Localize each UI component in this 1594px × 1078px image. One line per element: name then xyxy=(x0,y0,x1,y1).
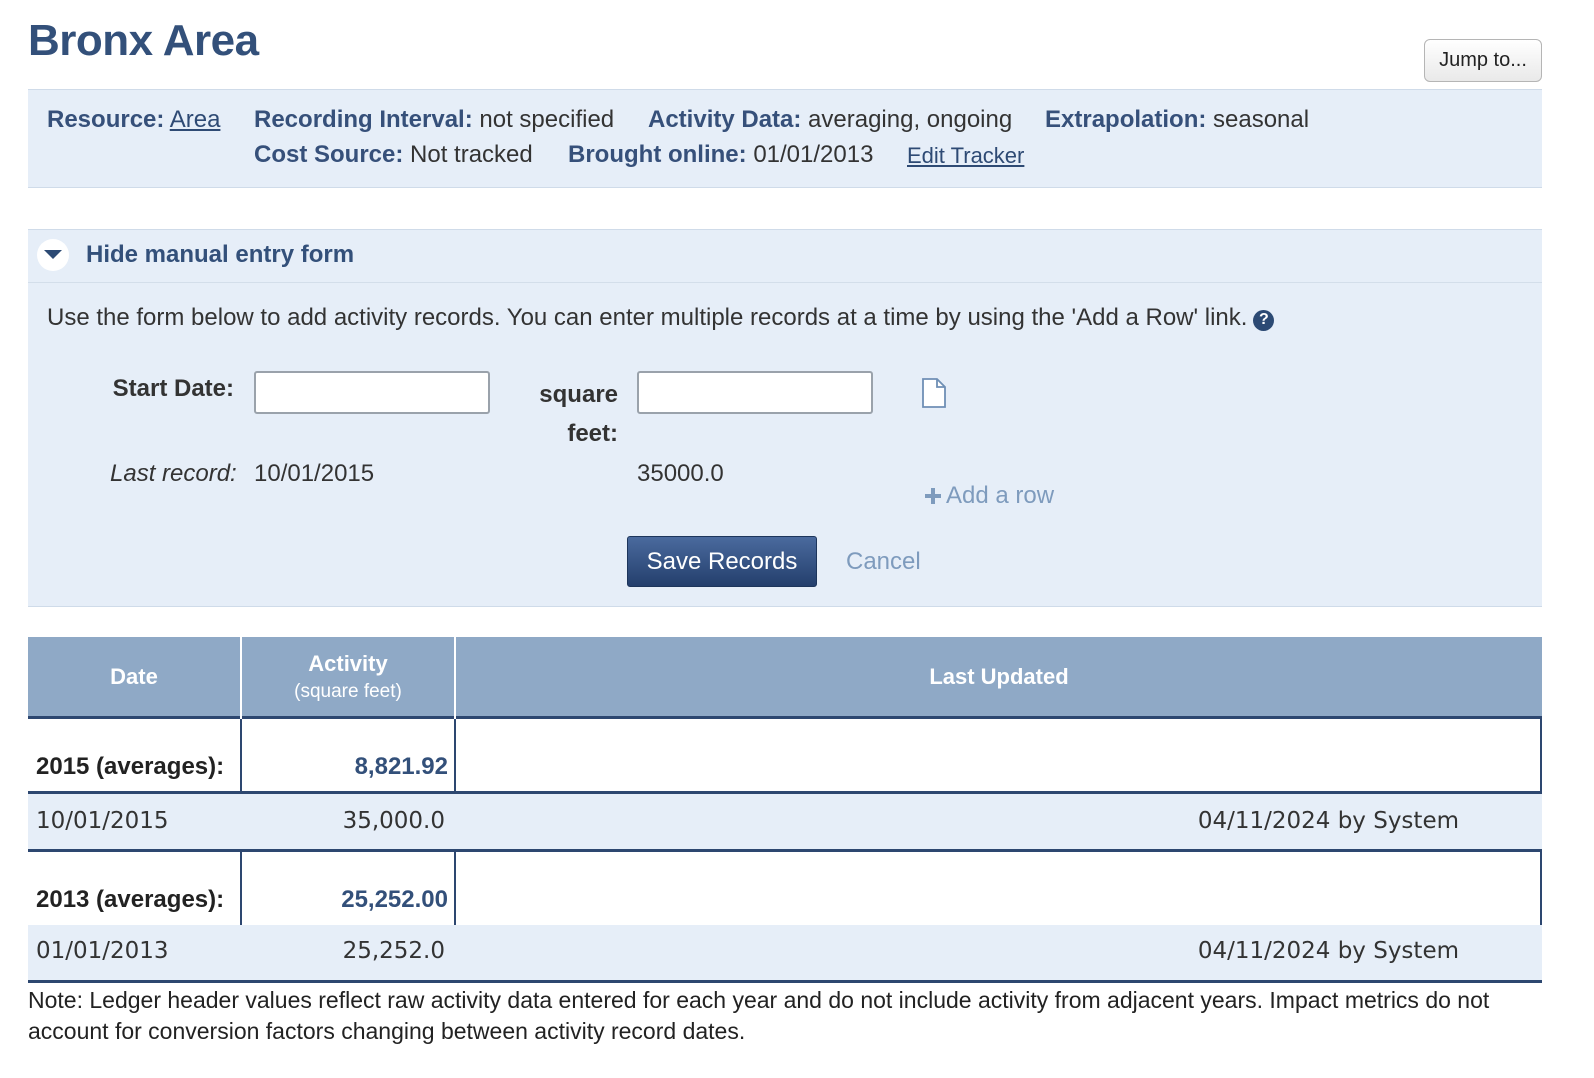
document-icon[interactable] xyxy=(921,378,947,413)
activity-data-value: averaging, ongoing xyxy=(808,106,1013,133)
record-date: 10/01/2015 xyxy=(36,808,169,834)
cost-source-label: Cost Source: xyxy=(254,141,404,168)
save-records-button[interactable]: Save Records xyxy=(627,536,817,587)
help-icon[interactable]: ? xyxy=(1253,309,1275,331)
extrapolation-value: seasonal xyxy=(1213,106,1310,133)
edit-tracker-link[interactable]: Edit Tracker xyxy=(907,143,1024,168)
add-row-label: Add a row xyxy=(946,482,1055,509)
year-label: 2015 (averages): xyxy=(36,753,225,780)
row-separator xyxy=(28,980,1542,983)
year-average: 25,252.00 xyxy=(341,886,448,913)
last-record-label: Last record: xyxy=(110,460,237,487)
cost-source-value: Not tracked xyxy=(410,141,533,168)
activity-header-label: Activity xyxy=(308,650,388,676)
cancel-link[interactable]: Cancel xyxy=(846,548,921,576)
square-feet-label: square feet: xyxy=(508,375,618,453)
resource-info: Resource: Area xyxy=(47,106,220,134)
record-updated: 04/11/2024 by System xyxy=(1197,808,1459,834)
cell-divider xyxy=(454,719,456,791)
resource-link[interactable]: Area xyxy=(170,106,221,133)
ledger-header: Date Activity (square feet) Last Updated xyxy=(28,637,1542,719)
record-value: 35,000.0 xyxy=(342,808,445,834)
activity-column-header[interactable]: Activity (square feet) xyxy=(242,637,454,716)
instructions-text: Use the form below to add activity recor… xyxy=(47,304,1248,331)
last-updated-column-header[interactable]: Last Updated xyxy=(456,637,1542,716)
date-column-header[interactable]: Date xyxy=(28,637,240,716)
record-date: 01/01/2013 xyxy=(36,938,169,964)
add-row-link[interactable]: Add a row xyxy=(924,482,1054,512)
activity-data-label: Activity Data: xyxy=(648,106,802,133)
year-summary-row: 2013 (averages): 25,252.00 xyxy=(28,852,1542,925)
extrapolation-info: Extrapolation: seasonal xyxy=(1045,106,1309,134)
jump-to-button[interactable]: Jump to... xyxy=(1424,39,1542,82)
chevron-down-icon[interactable] xyxy=(37,239,69,271)
record-value: 25,252.0 xyxy=(342,938,445,964)
record-updated: 04/11/2024 by System xyxy=(1197,938,1459,964)
ledger-note: Note: Ledger header values reflect raw a… xyxy=(28,987,1490,1044)
year-average: 8,821.92 xyxy=(354,753,448,780)
cost-source-info: Cost Source: Not tracked xyxy=(254,141,533,169)
recording-interval-value: not specified xyxy=(479,106,615,133)
hide-form-toggle[interactable]: Hide manual entry form xyxy=(86,241,354,269)
start-date-input[interactable] xyxy=(254,371,490,414)
page-title: Bronx Area xyxy=(28,16,259,65)
year-label: 2013 (averages): xyxy=(36,886,225,913)
last-updated-header-label: Last Updated xyxy=(929,663,1069,689)
square-feet-label-line2: feet: xyxy=(567,420,618,447)
last-record-value: 35000.0 xyxy=(637,460,724,487)
start-date-label: Start Date: xyxy=(112,375,234,402)
tracker-info-bar: Resource: Area Recording Interval: not s… xyxy=(28,89,1542,188)
year-summary-row: 2015 (averages): 8,821.92 xyxy=(28,719,1542,791)
manual-entry-panel: Hide manual entry form Use the form belo… xyxy=(28,229,1542,607)
manual-entry-header[interactable]: Hide manual entry form xyxy=(28,230,1542,283)
square-feet-input[interactable] xyxy=(637,371,873,414)
edit-tracker-item: Edit Tracker xyxy=(907,143,1024,169)
square-feet-label-line1: square xyxy=(539,381,618,408)
table-row[interactable]: 10/01/2015 35,000.0 04/11/2024 by System xyxy=(28,794,1542,849)
brought-online-info: Brought online: 01/01/2013 xyxy=(568,141,873,169)
extrapolation-label: Extrapolation: xyxy=(1045,106,1207,133)
cell-divider xyxy=(454,852,456,925)
plus-icon xyxy=(924,484,942,512)
form-instructions: Use the form below to add activity recor… xyxy=(47,304,1275,332)
brought-online-label: Brought online: xyxy=(568,141,747,168)
date-header-label: Date xyxy=(110,663,158,689)
last-record-date: 10/01/2015 xyxy=(254,460,375,487)
recording-interval-label: Recording Interval: xyxy=(254,106,473,133)
activity-data-info: Activity Data: averaging, ongoing xyxy=(648,106,1012,134)
brought-online-value: 01/01/2013 xyxy=(753,141,874,168)
resource-label: Resource: xyxy=(47,106,165,133)
activity-header-unit: (square feet) xyxy=(294,680,402,702)
table-row[interactable]: 01/01/2013 25,252.0 04/11/2024 by System xyxy=(28,925,1542,980)
recording-interval-info: Recording Interval: not specified xyxy=(254,106,614,134)
